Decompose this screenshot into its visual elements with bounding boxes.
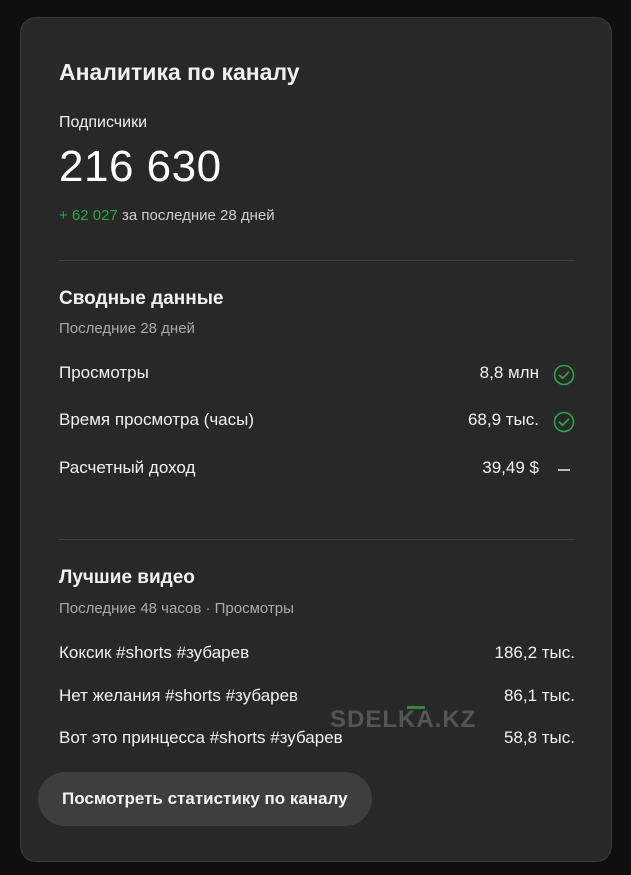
summary-row-views[interactable]: Просмотры 8,8 млн [59,363,575,387]
top-videos-title: Лучшие видео [59,567,195,588]
subscribers-label: Подписчики [59,114,148,131]
summary-title: Сводные данные [59,288,224,309]
check-circle-icon [553,364,575,386]
video-title: Вот это принцесса #shorts #зубарев [59,728,343,747]
summary-row-label: Просмотры [59,363,149,382]
summary-row-value: 68,9 тыс. [467,410,539,429]
summary-row-revenue[interactable]: Расчетный доход 39,49 $ [59,458,575,482]
channel-analytics-card: Аналитика по каналу Подписчики 216 630 +… [20,17,612,862]
subscribers-count: 216 630 [59,142,222,191]
video-views: 186,2 тыс. [494,643,576,662]
watermark: SDELKA.KZ [330,706,477,733]
video-views: 86,1 тыс. [503,686,575,705]
check-circle-icon [553,411,575,433]
dash-icon [558,469,570,471]
video-views: 58,8 тыс. [503,728,575,747]
top-video-row[interactable]: Нет желания #shorts #зубарев 86,1 тыс. [59,686,575,710]
divider [59,539,575,540]
summary-period: Последние 28 дней [59,320,195,337]
view-channel-analytics-button[interactable]: Посмотреть статистику по каналу [38,772,372,826]
video-title: Нет желания #shorts #зубарев [59,686,299,705]
summary-row-value: 39,49 $ [482,458,539,477]
top-videos-period: Последние 48 часов · Просмотры [59,600,294,617]
subscribers-delta-period: за последние 28 дней [121,207,275,224]
subscribers-delta-row: + 62 027 за последние 28 дней [59,207,275,224]
summary-row-watch-time[interactable]: Время просмотра (часы) 68,9 тыс. [59,410,575,434]
video-title: Коксик #shorts #зубарев [59,643,250,662]
summary-row-label: Расчетный доход [59,458,196,477]
summary-row-value: 8,8 млн [479,363,539,382]
top-video-row[interactable]: Вот это принцесса #shorts #зубарев 58,8 … [59,728,575,752]
subscribers-delta: + 62 027 [59,207,118,224]
summary-row-label: Время просмотра (часы) [59,410,255,429]
card-title: Аналитика по каналу [59,59,300,85]
top-video-row[interactable]: Коксик #shorts #зубарев 186,2 тыс. [59,643,575,667]
divider [59,260,575,261]
